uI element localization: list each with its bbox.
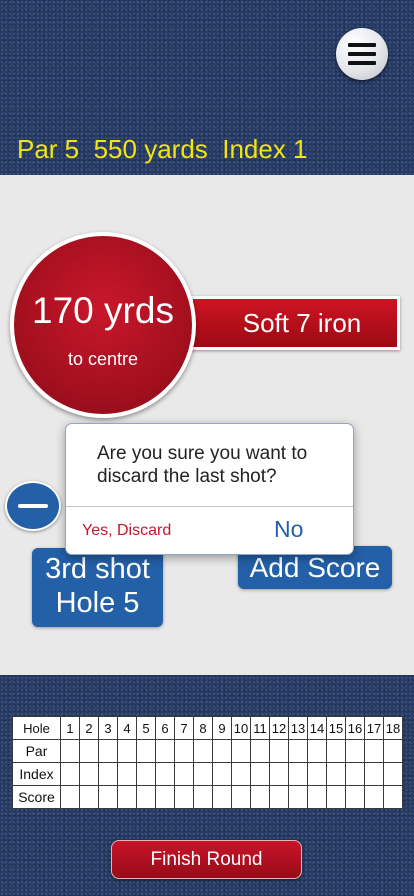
scorecard-header-label: Hole bbox=[12, 716, 61, 740]
score-cell[interactable] bbox=[307, 785, 327, 809]
hole-number-cell: 15 bbox=[326, 716, 346, 740]
score-cell[interactable] bbox=[60, 762, 80, 786]
hole-number-cell: 11 bbox=[250, 716, 270, 740]
distance-subtitle: to centre bbox=[67, 349, 139, 369]
scorecard-table: Hole 1 2 3 4 5 6 7 8 9 10 11 12 13 14 15 16 17 18 Par Index S… bbox=[12, 716, 403, 809]
score-cell[interactable] bbox=[326, 762, 346, 786]
hole-number-cell: 2 bbox=[79, 716, 99, 740]
score-cell[interactable] bbox=[98, 762, 118, 786]
score-cell[interactable] bbox=[212, 785, 232, 809]
dialog-message: Are you sure you want to discard the las… bbox=[97, 443, 308, 487]
score-cell[interactable] bbox=[307, 739, 327, 763]
scorecard-row-label: Index bbox=[12, 762, 61, 786]
hole-number-cell: 5 bbox=[136, 716, 156, 740]
score-cell[interactable] bbox=[193, 785, 213, 809]
score-cell[interactable] bbox=[117, 785, 137, 809]
score-cell[interactable] bbox=[117, 739, 137, 763]
score-cell[interactable] bbox=[307, 762, 327, 786]
scorecard-header-row: Hole 1 2 3 4 5 6 7 8 9 10 11 12 13 14 15 16 17 18 bbox=[12, 716, 403, 740]
hamburger-menu-icon bbox=[348, 43, 376, 65]
score-cell[interactable] bbox=[117, 762, 137, 786]
score-cell[interactable] bbox=[174, 785, 194, 809]
club-suggestion[interactable]: Soft 7 iron bbox=[190, 296, 400, 350]
hole-number-cell: 4 bbox=[117, 716, 137, 740]
minus-icon bbox=[18, 504, 48, 508]
scorecard-row-label: Par bbox=[12, 739, 61, 763]
score-cell[interactable] bbox=[79, 739, 99, 763]
finish-round-button[interactable]: Finish Round bbox=[111, 840, 302, 879]
score-cell[interactable] bbox=[174, 762, 194, 786]
discard-shot-dialog: Are you sure you want to discard the las… bbox=[65, 423, 354, 555]
score-cell[interactable] bbox=[326, 785, 346, 809]
score-cell[interactable] bbox=[136, 739, 156, 763]
hole-number-cell: 17 bbox=[364, 716, 384, 740]
score-cell[interactable] bbox=[250, 762, 270, 786]
distance-circle: 170 yrds to centre bbox=[10, 232, 196, 418]
scorecard-row-label: Score bbox=[12, 785, 61, 809]
hole-number-cell: 6 bbox=[155, 716, 175, 740]
score-cell[interactable] bbox=[383, 762, 403, 786]
score-cell[interactable] bbox=[288, 785, 308, 809]
scorecard-row: Index bbox=[12, 762, 403, 786]
shot-counter-button[interactable]: 3rd shot Hole 5 bbox=[32, 548, 163, 627]
score-cell[interactable] bbox=[269, 739, 289, 763]
score-cell[interactable] bbox=[364, 739, 384, 763]
hole-number-cell: 9 bbox=[212, 716, 232, 740]
score-cell[interactable] bbox=[79, 785, 99, 809]
cancel-button[interactable]: No bbox=[274, 516, 303, 542]
scorecard-row: Par bbox=[12, 739, 403, 763]
hole-info: Par 5 550 yards Index 1 bbox=[17, 134, 308, 164]
score-cell[interactable] bbox=[269, 762, 289, 786]
hole-number-cell: 10 bbox=[231, 716, 251, 740]
score-cell[interactable] bbox=[60, 785, 80, 809]
score-cell[interactable] bbox=[269, 785, 289, 809]
score-cell[interactable] bbox=[345, 762, 365, 786]
score-cell[interactable] bbox=[155, 739, 175, 763]
hole-number-cell: 1 bbox=[60, 716, 80, 740]
score-cell[interactable] bbox=[212, 739, 232, 763]
score-cell[interactable] bbox=[231, 785, 251, 809]
score-cell[interactable] bbox=[383, 785, 403, 809]
score-cell[interactable] bbox=[364, 762, 384, 786]
score-cell[interactable] bbox=[288, 739, 308, 763]
hole-number-cell: 8 bbox=[193, 716, 213, 740]
scorecard-row: Score bbox=[12, 785, 403, 809]
hole-number-cell: 13 bbox=[288, 716, 308, 740]
hole-number-cell: 18 bbox=[383, 716, 403, 740]
score-cell[interactable] bbox=[250, 785, 270, 809]
score-cell[interactable] bbox=[364, 785, 384, 809]
hole-number-cell: 12 bbox=[269, 716, 289, 740]
hole-number: Hole 5 bbox=[55, 587, 140, 619]
score-cell[interactable] bbox=[231, 739, 251, 763]
remove-shot-button[interactable] bbox=[5, 481, 61, 531]
score-cell[interactable] bbox=[98, 785, 118, 809]
score-cell[interactable] bbox=[60, 739, 80, 763]
menu-button[interactable] bbox=[336, 28, 388, 80]
score-cell[interactable] bbox=[193, 739, 213, 763]
hole-number-cell: 16 bbox=[345, 716, 365, 740]
hole-number-cell: 14 bbox=[307, 716, 327, 740]
score-cell[interactable] bbox=[79, 762, 99, 786]
dialog-divider bbox=[66, 506, 353, 507]
score-cell[interactable] bbox=[250, 739, 270, 763]
score-cell[interactable] bbox=[136, 762, 156, 786]
score-cell[interactable] bbox=[155, 785, 175, 809]
score-cell[interactable] bbox=[326, 739, 346, 763]
distance-value: 170 yrds bbox=[32, 290, 174, 331]
score-cell[interactable] bbox=[212, 762, 232, 786]
score-cell[interactable] bbox=[98, 739, 118, 763]
hole-number-cell: 3 bbox=[98, 716, 118, 740]
score-cell[interactable] bbox=[155, 762, 175, 786]
score-cell[interactable] bbox=[383, 739, 403, 763]
score-cell[interactable] bbox=[345, 739, 365, 763]
shot-number: 3rd shot bbox=[45, 553, 150, 585]
score-cell[interactable] bbox=[174, 739, 194, 763]
score-cell[interactable] bbox=[288, 762, 308, 786]
score-cell[interactable] bbox=[231, 762, 251, 786]
hole-number-cell: 7 bbox=[174, 716, 194, 740]
score-cell[interactable] bbox=[345, 785, 365, 809]
score-cell[interactable] bbox=[136, 785, 156, 809]
confirm-discard-button[interactable]: Yes, Discard bbox=[82, 521, 171, 541]
score-cell[interactable] bbox=[193, 762, 213, 786]
